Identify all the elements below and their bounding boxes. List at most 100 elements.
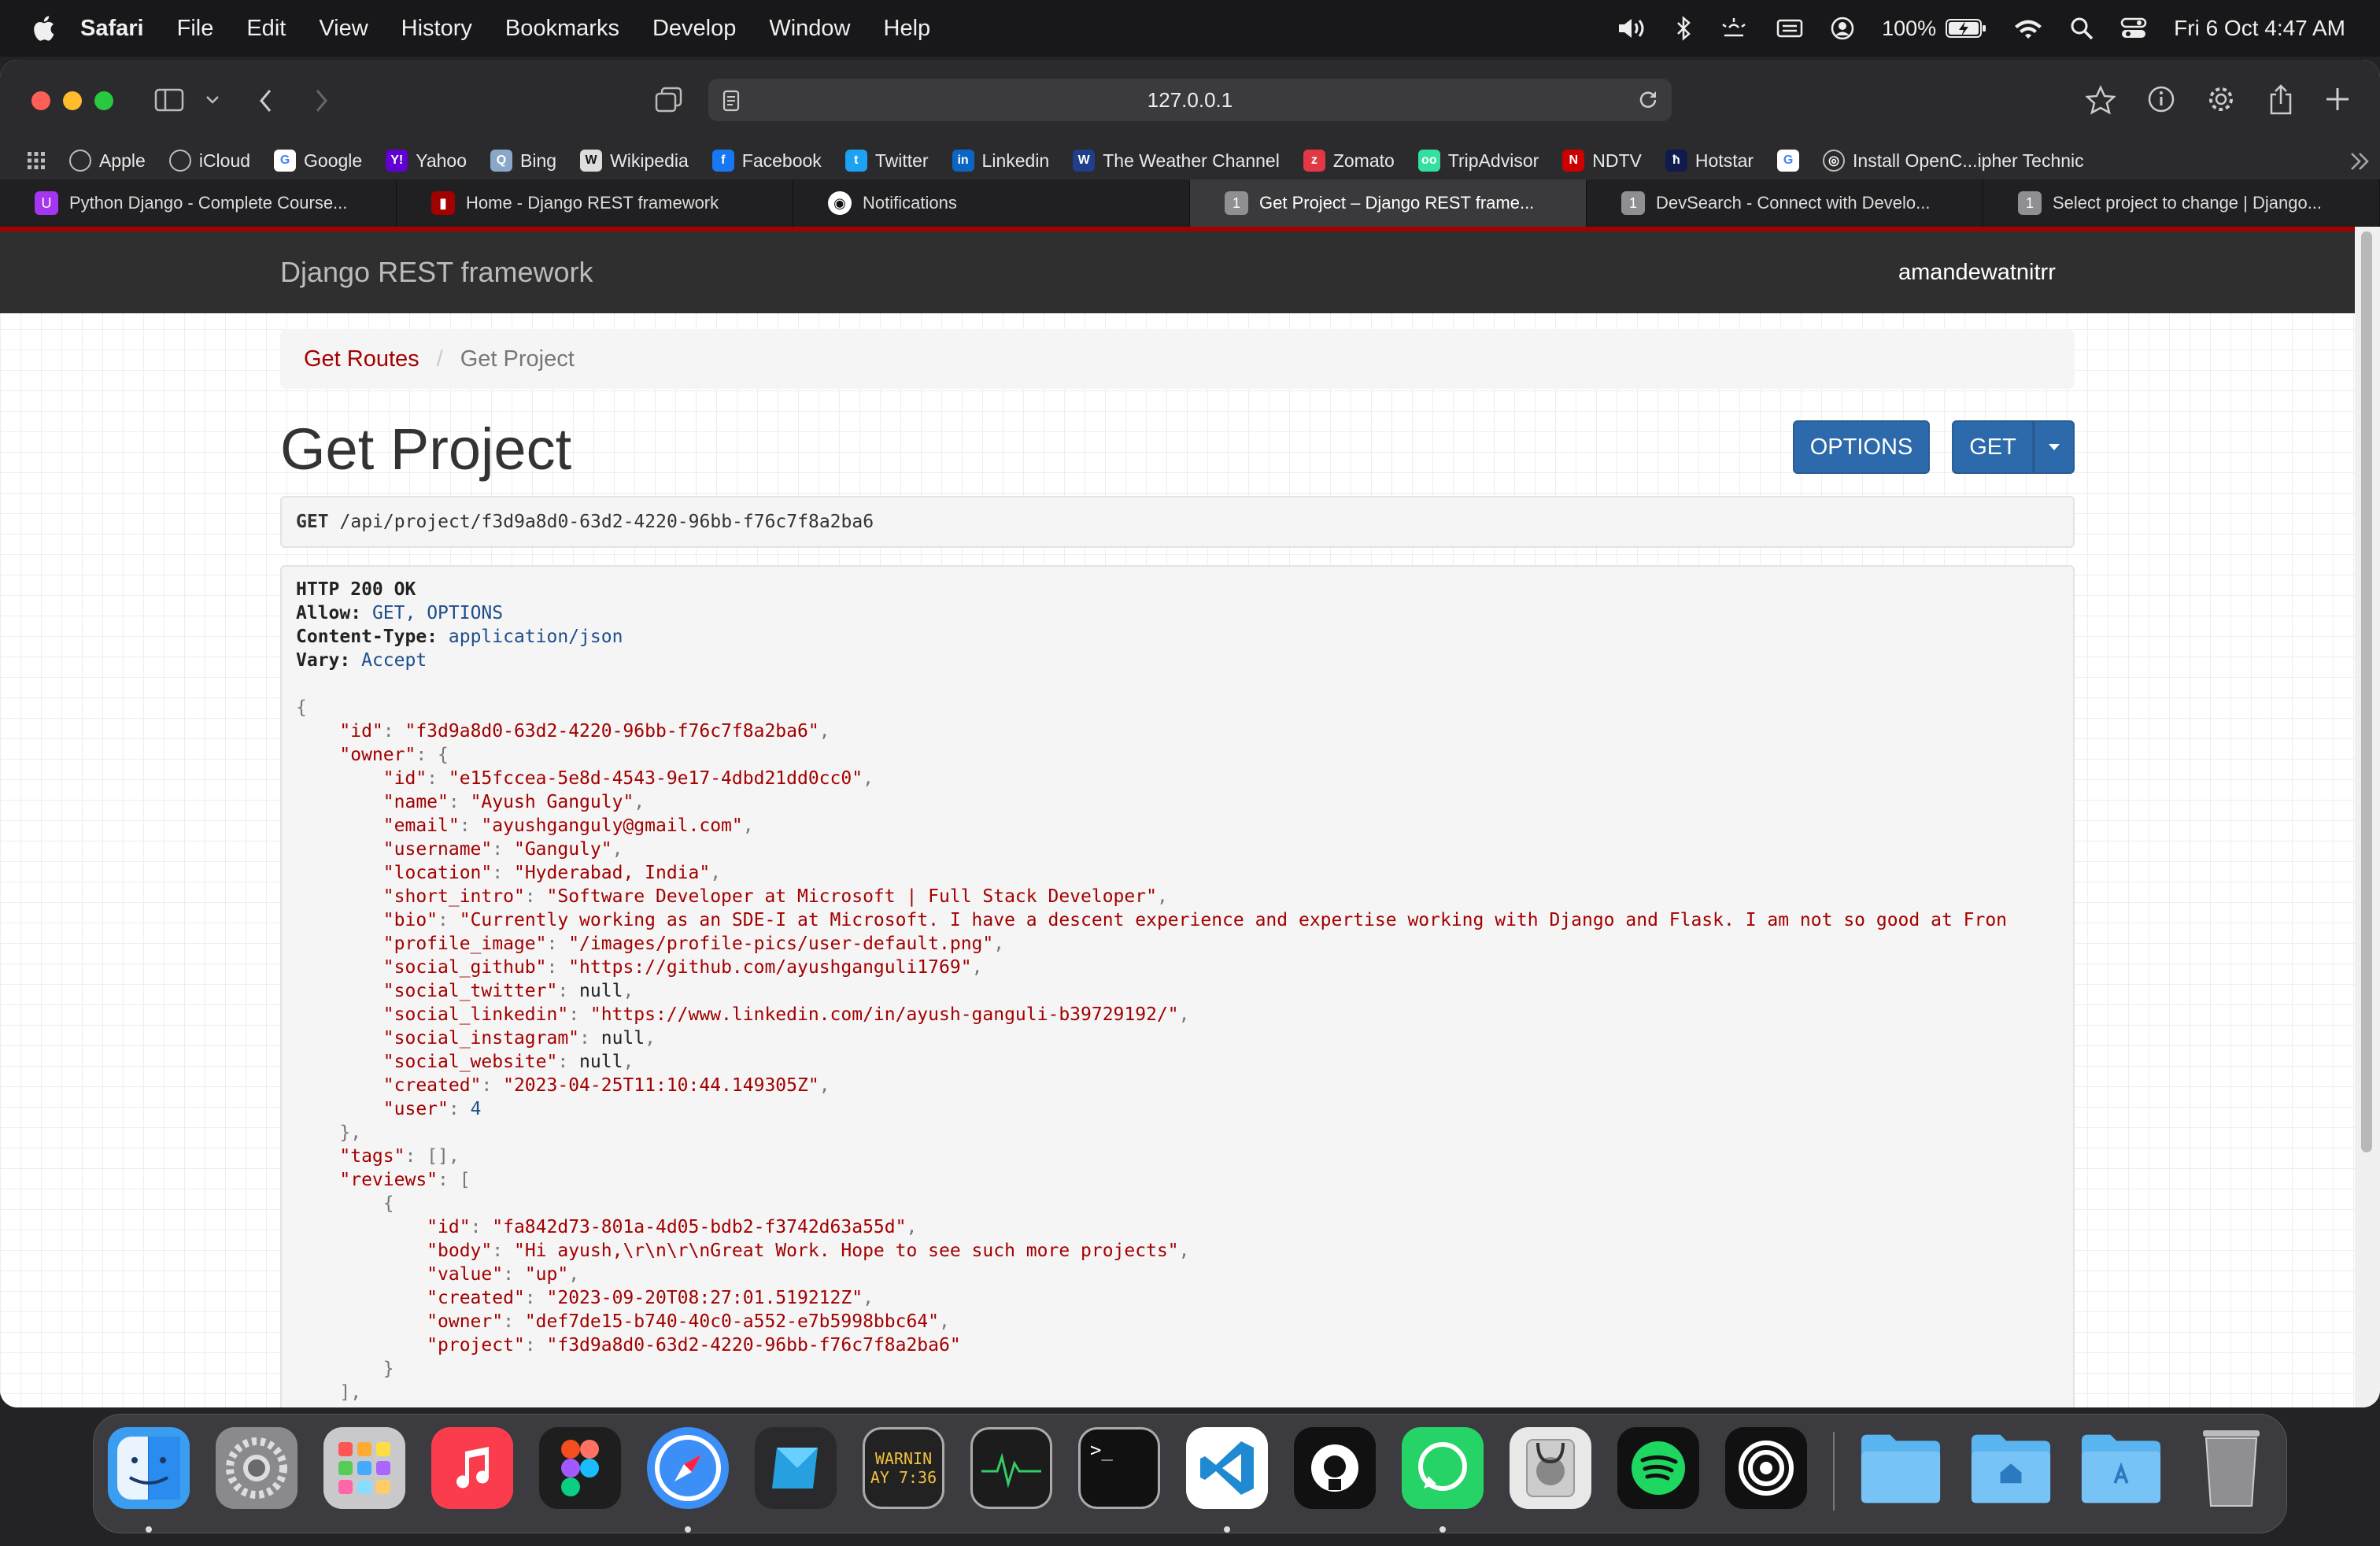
bookmark-item[interactable]: G: [1777, 150, 1800, 172]
menu-edit[interactable]: Edit: [246, 16, 286, 42]
bookmark-item[interactable]: ħ Hotstar: [1665, 150, 1754, 172]
bookmark-item[interactable]: f Facebook: [711, 150, 822, 172]
close-window-button[interactable]: [31, 91, 50, 110]
bookmark-item[interactable]: iCloud: [168, 150, 250, 172]
page-info-icon[interactable]: [2147, 85, 2175, 113]
bookmark-item[interactable]: N NDTV: [1562, 150, 1642, 172]
menu-view[interactable]: View: [319, 16, 368, 42]
disk-utility-icon[interactable]: [1510, 1427, 1591, 1509]
options-button[interactable]: OPTIONS: [1793, 420, 1930, 474]
finder-icon[interactable]: [108, 1427, 190, 1509]
running-indicator: [1224, 1526, 1230, 1533]
bookmark-item[interactable]: t Twitter: [844, 150, 929, 172]
music-icon[interactable]: [431, 1427, 513, 1509]
cursor-app-icon[interactable]: [755, 1427, 837, 1509]
browser-tab[interactable]: ◉ Notifications: [793, 179, 1190, 227]
bookmark-item[interactable]: Apple: [69, 150, 146, 172]
activity-monitor-icon[interactable]: [970, 1427, 1052, 1509]
share-icon[interactable]: [2268, 83, 2293, 115]
bookmark-item[interactable]: Y! Yahoo: [386, 150, 467, 172]
json-value: "Hyderabad, India": [513, 863, 711, 883]
apple-menu-icon[interactable]: [31, 15, 55, 42]
browser-tab[interactable]: U Python Django - Complete Course...: [0, 179, 397, 227]
applications-folder-icon[interactable]: [2080, 1427, 2162, 1509]
page-scrollbar[interactable]: [2355, 227, 2380, 1407]
bookmark-item[interactable]: Q Bing: [490, 150, 556, 172]
menu-file[interactable]: File: [177, 16, 214, 42]
bookmark-item[interactable]: z Zomato: [1303, 150, 1395, 172]
browser-tab[interactable]: 1 DevSearch - Connect with Develo...: [1587, 179, 1983, 227]
json-key: "body": [427, 1241, 493, 1261]
settings-gear-icon[interactable]: [2207, 85, 2235, 113]
sidebar-toggle-icon[interactable]: [154, 88, 184, 112]
bookmark-item[interactable]: W The Weather Channel: [1073, 150, 1280, 172]
bluetooth-icon[interactable]: [1676, 16, 1691, 41]
browser-tab[interactable]: 1 Select project to change | Django...: [1983, 179, 2380, 227]
terminal-icon[interactable]: >_: [1078, 1427, 1160, 1509]
vscode-icon[interactable]: [1186, 1427, 1268, 1509]
url-text[interactable]: 127.0.0.1: [1148, 88, 1232, 113]
spotlight-search-icon[interactable]: [2070, 17, 2094, 40]
user-account-icon[interactable]: [1830, 16, 1855, 41]
get-format-dropdown[interactable]: [2034, 420, 2075, 474]
scrollbar-thumb[interactable]: [2361, 231, 2372, 1152]
screen-brightness-icon[interactable]: [1718, 17, 1750, 40]
figma-icon[interactable]: [539, 1427, 621, 1509]
reload-icon[interactable]: [1637, 89, 1659, 111]
json-line: "id": "e15fccea-5e8d-4543-9e17-4dbd21dd0…: [382, 768, 874, 789]
volume-icon[interactable]: [1617, 17, 1649, 40]
minimize-window-button[interactable]: [63, 91, 82, 110]
system-settings-icon[interactable]: [216, 1427, 298, 1509]
bookmark-item[interactable]: in Linkedin: [952, 150, 1050, 172]
browser-tab[interactable]: ▮ Home - Django REST framework: [397, 179, 793, 227]
bookmark-item[interactable]: G Google: [274, 150, 362, 172]
battery-status[interactable]: 100%: [1882, 17, 1986, 41]
bookmark-label: Linkedin: [981, 150, 1050, 171]
menu-clock[interactable]: Fri 6 Oct 4:47 AM: [2174, 16, 2345, 41]
safari-icon[interactable]: [647, 1427, 729, 1509]
pock-icon[interactable]: [1725, 1427, 1807, 1509]
spotify-icon[interactable]: [1617, 1427, 1699, 1509]
menu-history[interactable]: History: [401, 16, 472, 42]
menu-help[interactable]: Help: [884, 16, 931, 42]
address-bar[interactable]: 127.0.0.1: [708, 79, 1672, 121]
bookmark-star-icon[interactable]: [2086, 85, 2116, 115]
browser-tab[interactable]: 1 Get Project – Django REST frame...: [1190, 179, 1587, 227]
new-tab-plus-icon[interactable]: [2325, 87, 2350, 112]
console-icon[interactable]: WARNIN AY 7:36: [863, 1427, 944, 1509]
get-button[interactable]: GET: [1952, 420, 2034, 474]
launchpad-icon[interactable]: [323, 1427, 405, 1509]
grid-apps-icon[interactable]: [27, 151, 46, 170]
chevron-down-icon[interactable]: [205, 94, 220, 105]
tab-1-icon: 1: [1621, 191, 1645, 215]
logged-in-user[interactable]: amandewatnitrr: [1898, 260, 2056, 286]
home-folder-icon[interactable]: [1970, 1427, 2052, 1509]
breadcrumb-get-routes[interactable]: Get Routes: [304, 346, 419, 372]
tab-overview-icon[interactable]: [655, 87, 683, 113]
documents-folder-icon[interactable]: [1860, 1427, 1942, 1509]
tab-bar: U Python Django - Complete Course... ▮ Home…: [0, 179, 2380, 227]
menu-bookmarks[interactable]: Bookmarks: [505, 16, 619, 42]
menu-app-name[interactable]: Safari: [80, 16, 144, 42]
request-path[interactable]: /api/project/f3d9a8d0-63d2-4220-96bb-f76…: [340, 512, 874, 532]
bookmark-item[interactable]: W Wikipedia: [580, 150, 689, 172]
trash-icon[interactable]: [2190, 1427, 2272, 1509]
menu-develop[interactable]: Develop: [652, 16, 736, 42]
reader-page-icon[interactable]: [722, 90, 740, 112]
zoom-window-button[interactable]: [94, 91, 113, 110]
json-line: }: [296, 1357, 2059, 1381]
wifi-icon[interactable]: [2013, 17, 2043, 40]
response-header-line: Allow: GET, OPTIONS: [296, 601, 2059, 625]
control-center-icon[interactable]: [2120, 17, 2147, 40]
keyboard-brightness-icon[interactable]: [1776, 17, 1803, 40]
bookmark-item[interactable]: oo TripAdvisor: [1417, 150, 1539, 172]
github-desktop-icon[interactable]: [1294, 1427, 1376, 1509]
whatsapp-icon[interactable]: [1402, 1427, 1484, 1509]
menu-window[interactable]: Window: [769, 16, 850, 42]
forward-arrow-icon[interactable]: [313, 88, 329, 113]
bookmark-item[interactable]: ◎ Install OpenC...ipher Technic: [1823, 150, 2084, 172]
drf-brand-link[interactable]: Django REST framework: [280, 256, 593, 289]
more-bookmarks-chevron-icon[interactable]: [2349, 151, 2371, 172]
back-arrow-icon[interactable]: [258, 88, 274, 113]
json-key: "profile_image": [382, 934, 547, 954]
